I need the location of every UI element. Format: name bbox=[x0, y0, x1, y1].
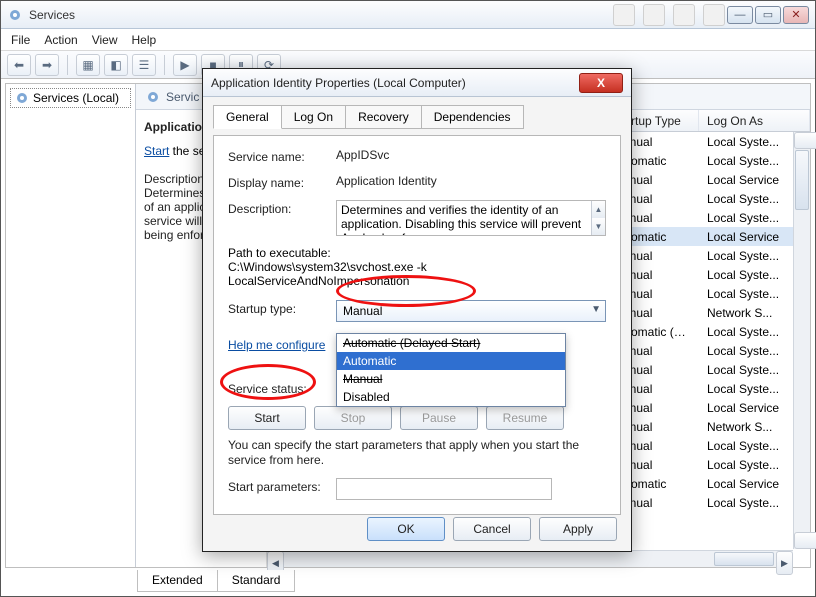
horizontal-scrollbar[interactable]: ◀ ▶ bbox=[267, 550, 793, 567]
startup-option[interactable]: Automatic (Delayed Start) bbox=[337, 334, 565, 352]
startup-option[interactable]: Disabled bbox=[337, 388, 565, 406]
col-log-on-as[interactable]: Log On As bbox=[699, 110, 810, 131]
tree-item-services-local[interactable]: Services (Local) bbox=[10, 88, 131, 108]
display-name-value: Application Identity bbox=[336, 174, 606, 188]
bottom-tabs: Extended Standard bbox=[137, 570, 294, 592]
minimize-button[interactable]: — bbox=[727, 6, 753, 24]
back-button[interactable]: ⬅ bbox=[7, 54, 31, 76]
toolbar-button[interactable]: ▦ bbox=[76, 54, 100, 76]
titlebar[interactable]: Services — ▭ ✕ bbox=[1, 1, 815, 29]
tab-general[interactable]: General bbox=[213, 105, 282, 129]
tab-standard[interactable]: Standard bbox=[217, 570, 296, 592]
tab-extended[interactable]: Extended bbox=[137, 570, 218, 592]
cancel-button[interactable]: Cancel bbox=[453, 517, 531, 541]
quick-launch bbox=[613, 1, 725, 29]
help-link[interactable]: Help me configure bbox=[228, 338, 325, 352]
path-value: C:\Windows\system32\svchost.exe -k Local… bbox=[228, 260, 606, 288]
right-header-label: Servic bbox=[166, 90, 199, 104]
close-button[interactable]: ✕ bbox=[783, 6, 809, 24]
pause-button: Pause bbox=[400, 406, 478, 430]
tab-log-on[interactable]: Log On bbox=[281, 105, 346, 129]
scroll-right-button[interactable]: ▶ bbox=[776, 551, 793, 575]
ok-button[interactable]: OK bbox=[367, 517, 445, 541]
maximize-button[interactable]: ▭ bbox=[755, 6, 781, 24]
desc-scroll-down[interactable]: ▼ bbox=[591, 218, 605, 235]
start-button[interactable]: Start bbox=[228, 406, 306, 430]
ql-icon bbox=[643, 4, 665, 26]
tab-recovery[interactable]: Recovery bbox=[345, 105, 422, 129]
description-text: Determines and verifies the identity of … bbox=[341, 203, 581, 236]
start-params-input[interactable] bbox=[336, 478, 552, 500]
menu-action[interactable]: Action bbox=[44, 33, 77, 47]
tab-dependencies[interactable]: Dependencies bbox=[421, 105, 524, 129]
desc-scroll-up[interactable]: ▲ bbox=[591, 201, 605, 218]
gear-icon bbox=[15, 91, 29, 105]
description-label: Description: bbox=[228, 200, 336, 216]
menu-help[interactable]: Help bbox=[132, 33, 157, 47]
stop-button: Stop bbox=[314, 406, 392, 430]
tree-item-label: Services (Local) bbox=[33, 91, 119, 105]
description-box[interactable]: Determines and verifies the identity of … bbox=[336, 200, 606, 236]
vertical-scrollbar[interactable]: ▲ ▼ bbox=[793, 132, 810, 549]
properties-dialog: Application Identity Properties (Local C… bbox=[202, 68, 632, 552]
general-panel: Service name: AppIDSvc Display name: App… bbox=[213, 135, 621, 515]
toolbar-button[interactable]: ◧ bbox=[104, 54, 128, 76]
startup-option[interactable]: Manual bbox=[337, 370, 565, 388]
services-icon bbox=[7, 7, 23, 23]
dialog-title: Application Identity Properties (Local C… bbox=[211, 76, 579, 90]
gear-icon bbox=[146, 90, 160, 104]
toolbar-button[interactable]: ▶ bbox=[173, 54, 197, 76]
ql-icon bbox=[673, 4, 695, 26]
service-name-value: AppIDSvc bbox=[336, 148, 606, 162]
startup-type-selected: Manual bbox=[343, 304, 382, 318]
hscroll-thumb[interactable] bbox=[714, 552, 774, 566]
display-name-label: Display name: bbox=[228, 174, 336, 190]
startup-type-dropdown[interactable]: Automatic (Delayed Start)AutomaticManual… bbox=[336, 333, 566, 407]
service-name-label: Service name: bbox=[228, 148, 336, 164]
toolbar-button[interactable]: ☰ bbox=[132, 54, 156, 76]
start-params-note: You can specify the start parameters tha… bbox=[228, 438, 606, 468]
dialog-titlebar[interactable]: Application Identity Properties (Local C… bbox=[203, 69, 631, 97]
startup-type-label: Startup type: bbox=[228, 300, 336, 316]
forward-button[interactable]: ➡ bbox=[35, 54, 59, 76]
dialog-tabs: General Log On Recovery Dependencies bbox=[213, 105, 621, 129]
ql-icon bbox=[703, 4, 725, 26]
startup-option[interactable]: Automatic bbox=[337, 352, 565, 370]
start-link[interactable]: Start bbox=[144, 144, 169, 158]
path-label: Path to executable: bbox=[228, 246, 606, 260]
startup-type-select[interactable]: Manual ▼ bbox=[336, 300, 606, 322]
tree-pane: Services (Local) bbox=[6, 84, 136, 567]
ql-icon bbox=[613, 4, 635, 26]
scroll-up-button[interactable]: ▲ bbox=[794, 132, 816, 149]
dialog-close-button[interactable]: X bbox=[579, 73, 623, 93]
menubar: File Action View Help bbox=[1, 29, 815, 51]
chevron-down-icon: ▼ bbox=[591, 304, 601, 315]
menu-file[interactable]: File bbox=[11, 33, 30, 47]
resume-button: Resume bbox=[486, 406, 564, 430]
menu-view[interactable]: View bbox=[92, 33, 118, 47]
scroll-thumb[interactable] bbox=[795, 150, 809, 210]
start-params-label: Start parameters: bbox=[228, 478, 336, 494]
scroll-down-button[interactable]: ▼ bbox=[794, 532, 816, 549]
apply-button[interactable]: Apply bbox=[539, 517, 617, 541]
detail-link-tail: the se bbox=[169, 144, 205, 158]
service-status-label: Service status: bbox=[228, 380, 336, 396]
